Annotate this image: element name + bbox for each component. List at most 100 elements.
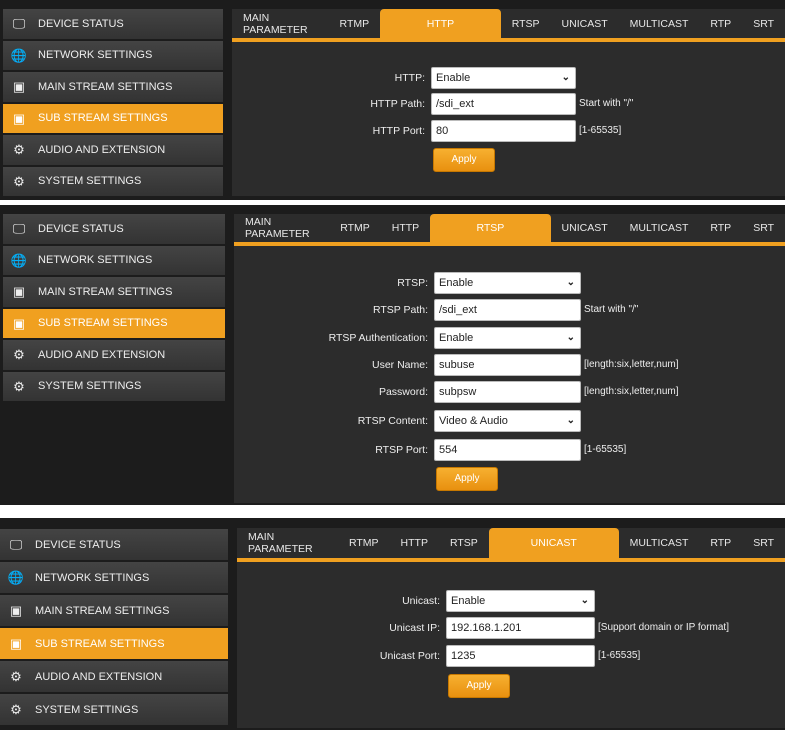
text-input[interactable]: 554 <box>434 439 581 461</box>
form-row: Unicast Port: 1235 [1-65535] <box>237 645 785 667</box>
field-hint: Start with "/" <box>584 304 639 315</box>
chevron-down-icon: ⌄ <box>561 72 570 83</box>
tab-unicast[interactable]: UNICAST <box>488 528 619 558</box>
sidebar-item-device-status[interactable]: 🖵 DEVICE STATUS <box>3 9 223 41</box>
field-label: User Name: <box>371 359 428 371</box>
tab-rtp[interactable]: RTP <box>699 528 742 558</box>
sidebar-item-network-settings[interactable]: 🌐 NETWORK SETTINGS <box>3 40 223 72</box>
field-hint: Start with "/" <box>579 98 634 109</box>
sidebar-item-audio-and-extension[interactable]: ⚙ AUDIO AND EXTENSION <box>0 661 228 694</box>
tab-main-parameter[interactable]: MAIN PARAMETER <box>232 9 329 38</box>
select-field[interactable]: Enable ⌄ <box>431 67 576 89</box>
sidebar-item-sub-stream-settings[interactable]: ▣ SUB STREAM SETTINGS <box>3 308 225 340</box>
field-label: RTSP Path: <box>372 304 428 316</box>
field-value: 192.168.1.201 <box>451 622 522 634</box>
sidebar-item-main-stream-settings[interactable]: ▣ MAIN STREAM SETTINGS <box>0 595 228 628</box>
sidebar: 🖵 DEVICE STATUS 🌐 NETWORK SETTINGS ▣ MAIN STR… <box>3 9 223 198</box>
tab-multicast[interactable]: MULTICAST <box>619 528 700 558</box>
stream-icon: ▣ <box>12 315 26 331</box>
sidebar-item-audio-and-extension[interactable]: ⚙ AUDIO AND EXTENSION <box>3 135 223 167</box>
field-label: HTTP Port: <box>372 125 425 137</box>
sidebar-item-label: AUDIO AND EXTENSION <box>35 670 163 683</box>
field-label: HTTP: <box>394 72 425 84</box>
chevron-down-icon: ⌄ <box>566 415 575 426</box>
sidebar-item-sub-stream-settings[interactable]: ▣ SUB STREAM SETTINGS <box>3 103 223 135</box>
content-area: MAIN PARAMETER RTMP HTTP RTSP UNICAST MULTICA… <box>237 528 785 728</box>
sidebar-item-main-stream-settings[interactable]: ▣ MAIN STREAM SETTINGS <box>3 277 225 309</box>
sidebar-item-device-status[interactable]: 🖵 DEVICE STATUS <box>3 214 225 246</box>
sidebar-item-label: NETWORK SETTINGS <box>38 49 153 62</box>
sidebar-item-network-settings[interactable]: 🌐 NETWORK SETTINGS <box>3 245 225 277</box>
sidebar-item-network-settings[interactable]: 🌐 NETWORK SETTINGS <box>0 562 228 595</box>
tab-http[interactable]: HTTP <box>381 214 430 242</box>
text-input[interactable]: 1235 <box>446 645 595 667</box>
tab-multicast[interactable]: MULTICAST <box>619 9 700 38</box>
tab-rtsp[interactable]: RTSP <box>430 214 551 242</box>
tab-rtmp[interactable]: RTMP <box>329 9 381 38</box>
tab-srt[interactable]: SRT <box>742 9 785 38</box>
sidebar: 🖵 DEVICE STATUS 🌐 NETWORK SETTINGS ▣ MAIN STR… <box>0 529 228 727</box>
sidebar-item-device-status[interactable]: 🖵 DEVICE STATUS <box>0 529 228 562</box>
text-input[interactable]: /sdi_ext <box>434 299 581 321</box>
text-input[interactable]: /sdi_ext <box>431 93 576 115</box>
tab-rtp[interactable]: RTP <box>699 214 742 242</box>
apply-button[interactable]: Apply <box>436 467 498 491</box>
tab-main-parameter[interactable]: MAIN PARAMETER <box>234 214 329 242</box>
monitor-icon: 🖵 <box>12 221 26 237</box>
form-row: HTTP: Enable ⌄ <box>232 67 785 89</box>
sidebar-item-label: SUB STREAM SETTINGS <box>38 317 168 330</box>
sidebar-item-label: DEVICE STATUS <box>38 17 124 30</box>
form-row: Password: subpsw [length:six,letter,num] <box>234 381 785 403</box>
tab-http[interactable]: HTTP <box>380 9 501 38</box>
tab-main-parameter[interactable]: MAIN PARAMETER <box>237 528 338 558</box>
tab-rtsp[interactable]: RTSP <box>501 9 551 38</box>
sidebar-item-system-settings[interactable]: ⚙ SYSTEM SETTINGS <box>3 371 225 403</box>
globe-icon: 🌐 <box>10 252 28 268</box>
settings-panel-3: 🖵 DEVICE STATUS 🌐 NETWORK SETTINGS ▣ MAIN STR… <box>0 518 785 730</box>
text-input[interactable]: subuse <box>434 354 581 376</box>
tab-bar: MAIN PARAMETER RTMP HTTP RTSP UNICAST MULTICA… <box>232 9 785 42</box>
tab-rtsp[interactable]: RTSP <box>439 528 489 558</box>
field-value: 80 <box>436 125 449 137</box>
field-label: RTSP Port: <box>375 444 428 456</box>
settings-panel-1: 🖵 DEVICE STATUS 🌐 NETWORK SETTINGS ▣ MAIN STR… <box>0 0 785 200</box>
form-row: Unicast IP: 192.168.1.201 [Support domain … <box>237 617 785 639</box>
form-row: RTSP Path: /sdi_ext Start with "/" <box>234 299 785 321</box>
sidebar-item-label: SUB STREAM SETTINGS <box>38 112 168 125</box>
monitor-icon: 🖵 <box>12 16 26 32</box>
text-input[interactable]: 80 <box>431 120 576 142</box>
sidebar-item-sub-stream-settings[interactable]: ▣ SUB STREAM SETTINGS <box>0 628 228 661</box>
sidebar-item-label: AUDIO AND EXTENSION <box>38 348 166 361</box>
apply-button[interactable]: Apply <box>448 674 510 698</box>
text-input[interactable]: 192.168.1.201 <box>446 617 595 639</box>
field-value: Enable <box>451 595 486 607</box>
globe-icon: 🌐 <box>7 570 25 585</box>
tab-unicast[interactable]: UNICAST <box>551 9 619 38</box>
field-value: 1235 <box>451 650 476 662</box>
tab-srt[interactable]: SRT <box>742 214 785 242</box>
sidebar-item-system-settings[interactable]: ⚙ SYSTEM SETTINGS <box>3 166 223 198</box>
sidebar-item-main-stream-settings[interactable]: ▣ MAIN STREAM SETTINGS <box>3 72 223 104</box>
tab-unicast[interactable]: UNICAST <box>551 214 619 242</box>
tab-http[interactable]: HTTP <box>390 528 439 558</box>
apply-button[interactable]: Apply <box>433 148 495 172</box>
select-field[interactable]: Enable ⌄ <box>446 590 595 612</box>
sidebar-item-audio-and-extension[interactable]: ⚙ AUDIO AND EXTENSION <box>3 340 225 372</box>
gear-icon: ⚙ <box>10 702 22 717</box>
tab-rtmp[interactable]: RTMP <box>338 528 390 558</box>
select-field[interactable]: Enable ⌄ <box>434 327 581 349</box>
stream-icon: ▣ <box>9 603 23 618</box>
field-hint: [length:six,letter,num] <box>584 359 679 370</box>
sidebar-item-system-settings[interactable]: ⚙ SYSTEM SETTINGS <box>0 694 228 727</box>
tab-rtmp[interactable]: RTMP <box>329 214 381 242</box>
field-label: Password: <box>378 386 428 398</box>
sidebar-item-label: DEVICE STATUS <box>35 538 121 551</box>
select-field[interactable]: Video & Audio ⌄ <box>434 410 581 432</box>
tab-multicast[interactable]: MULTICAST <box>619 214 700 242</box>
select-field[interactable]: Enable ⌄ <box>434 272 581 294</box>
text-input[interactable]: subpsw <box>434 381 581 403</box>
tab-srt[interactable]: SRT <box>742 528 785 558</box>
chevron-down-icon: ⌄ <box>580 595 589 606</box>
form-row: User Name: subuse [length:six,letter,num] <box>234 354 785 376</box>
tab-rtp[interactable]: RTP <box>699 9 742 38</box>
